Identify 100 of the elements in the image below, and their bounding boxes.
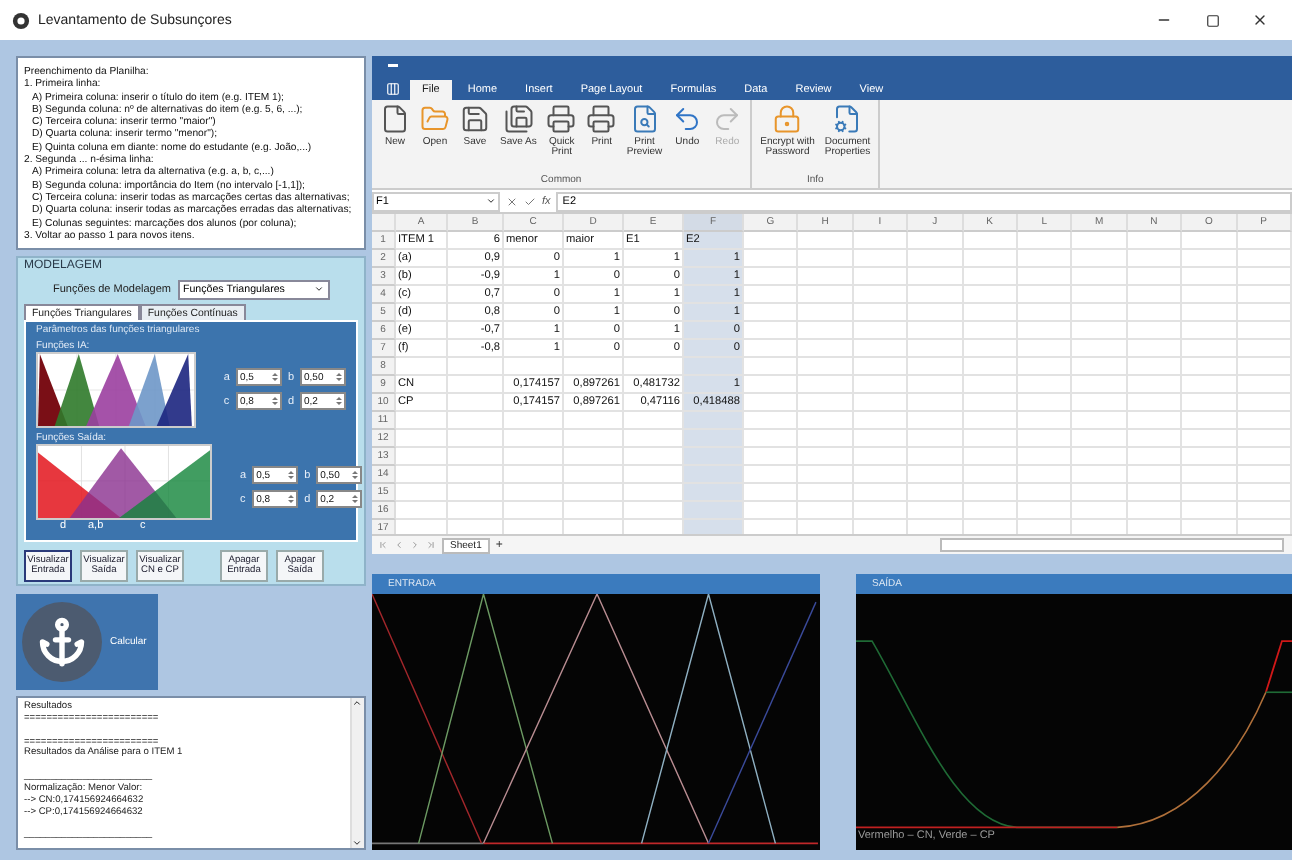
- table-cell[interactable]: [853, 502, 909, 521]
- table-cell[interactable]: [504, 412, 564, 431]
- table-cell[interactable]: [1072, 448, 1128, 467]
- last-sheet-icon[interactable]: [426, 540, 436, 551]
- table-cell[interactable]: [798, 448, 854, 467]
- table-cell[interactable]: [1072, 502, 1128, 521]
- table-cell[interactable]: [798, 304, 854, 323]
- table-cell[interactable]: [684, 502, 744, 521]
- table-cell[interactable]: [396, 448, 448, 467]
- table-cell[interactable]: [396, 484, 448, 503]
- table-cell[interactable]: [1237, 448, 1292, 467]
- table-cell[interactable]: [624, 484, 684, 503]
- table-cell[interactable]: [1017, 394, 1073, 413]
- table-cell[interactable]: [853, 304, 909, 323]
- table-cell[interactable]: [1182, 502, 1238, 521]
- table-cell[interactable]: [1072, 340, 1128, 359]
- table-cell[interactable]: [624, 412, 684, 431]
- table-cell[interactable]: [448, 430, 504, 449]
- table-cell[interactable]: [798, 430, 854, 449]
- table-cell[interactable]: [744, 232, 799, 251]
- table-cell[interactable]: [798, 394, 854, 413]
- table-cell[interactable]: [744, 448, 799, 467]
- table-cell[interactable]: [1237, 232, 1292, 251]
- table-cell[interactable]: [564, 466, 624, 485]
- table-cell[interactable]: [684, 448, 744, 467]
- table-cell[interactable]: [1237, 466, 1292, 485]
- table-cell[interactable]: [908, 502, 964, 521]
- table-cell[interactable]: [798, 358, 854, 377]
- table-cell[interactable]: [798, 412, 854, 431]
- table-cell[interactable]: [908, 484, 964, 503]
- table-cell[interactable]: [963, 304, 1018, 323]
- table-cell[interactable]: [853, 268, 909, 287]
- table-cell[interactable]: [684, 412, 744, 431]
- table-cell[interactable]: [448, 412, 504, 431]
- table-cell[interactable]: [1072, 322, 1128, 341]
- table-cell[interactable]: [798, 250, 854, 269]
- table-cell[interactable]: [564, 484, 624, 503]
- next-sheet-icon[interactable]: [410, 540, 420, 551]
- table-cell[interactable]: [504, 466, 564, 485]
- table-cell[interactable]: [1237, 520, 1292, 535]
- table-cell[interactable]: [1127, 286, 1183, 305]
- table-cell[interactable]: [1072, 304, 1128, 323]
- table-cell[interactable]: [1017, 232, 1073, 251]
- table-cell[interactable]: [1127, 376, 1183, 395]
- table-cell[interactable]: [1182, 430, 1238, 449]
- table-cell[interactable]: [1017, 322, 1073, 341]
- table-cell[interactable]: [908, 286, 964, 305]
- table-cell[interactable]: [564, 430, 624, 449]
- table-cell[interactable]: [1182, 466, 1238, 485]
- table-cell[interactable]: [744, 304, 799, 323]
- table-cell[interactable]: [564, 358, 624, 377]
- table-cell[interactable]: [908, 448, 964, 467]
- table-cell[interactable]: [684, 430, 744, 449]
- table-cell[interactable]: [684, 358, 744, 377]
- table-cell[interactable]: [853, 430, 909, 449]
- table-cell[interactable]: [1237, 268, 1292, 287]
- table-cell[interactable]: [1127, 484, 1183, 503]
- table-cell[interactable]: [853, 232, 909, 251]
- table-cell[interactable]: [1072, 430, 1128, 449]
- table-cell[interactable]: [853, 484, 909, 503]
- select-all-corner[interactable]: [372, 214, 396, 233]
- table-cell[interactable]: [853, 412, 909, 431]
- table-cell[interactable]: [1017, 448, 1073, 467]
- table-cell[interactable]: [798, 466, 854, 485]
- table-cell[interactable]: [963, 268, 1018, 287]
- table-cell[interactable]: [448, 448, 504, 467]
- table-cell[interactable]: [1072, 232, 1128, 251]
- table-cell[interactable]: [1182, 286, 1238, 305]
- table-cell[interactable]: [744, 394, 799, 413]
- table-cell[interactable]: [963, 394, 1018, 413]
- table-cell[interactable]: [908, 412, 964, 431]
- table-cell[interactable]: [853, 322, 909, 341]
- table-cell[interactable]: [744, 268, 799, 287]
- table-cell[interactable]: [853, 466, 909, 485]
- table-cell[interactable]: [1182, 250, 1238, 269]
- first-sheet-icon[interactable]: [378, 540, 388, 551]
- table-cell[interactable]: [1017, 466, 1073, 485]
- table-cell[interactable]: [1182, 232, 1238, 251]
- table-cell[interactable]: [1237, 394, 1292, 413]
- table-cell[interactable]: [1182, 340, 1238, 359]
- table-cell[interactable]: [908, 430, 964, 449]
- table-cell[interactable]: [396, 412, 448, 431]
- table-cell[interactable]: [1072, 466, 1128, 485]
- table-cell[interactable]: [908, 250, 964, 269]
- table-cell[interactable]: [963, 484, 1018, 503]
- table-cell[interactable]: [1127, 466, 1183, 485]
- table-cell[interactable]: [448, 466, 504, 485]
- check-icon[interactable]: [524, 195, 536, 208]
- table-cell[interactable]: [448, 394, 504, 413]
- table-cell[interactable]: [744, 484, 799, 503]
- table-cell[interactable]: [1017, 376, 1073, 395]
- table-cell[interactable]: [1182, 484, 1238, 503]
- scroll-up-icon[interactable]: [352, 698, 362, 708]
- quick-access-icon[interactable]: [388, 62, 398, 69]
- table-cell[interactable]: [744, 358, 799, 377]
- table-cell[interactable]: [396, 430, 448, 449]
- previous-sheet-icon[interactable]: [394, 540, 404, 551]
- table-cell[interactable]: [396, 466, 448, 485]
- table-cell[interactable]: [1182, 394, 1238, 413]
- table-cell[interactable]: [684, 466, 744, 485]
